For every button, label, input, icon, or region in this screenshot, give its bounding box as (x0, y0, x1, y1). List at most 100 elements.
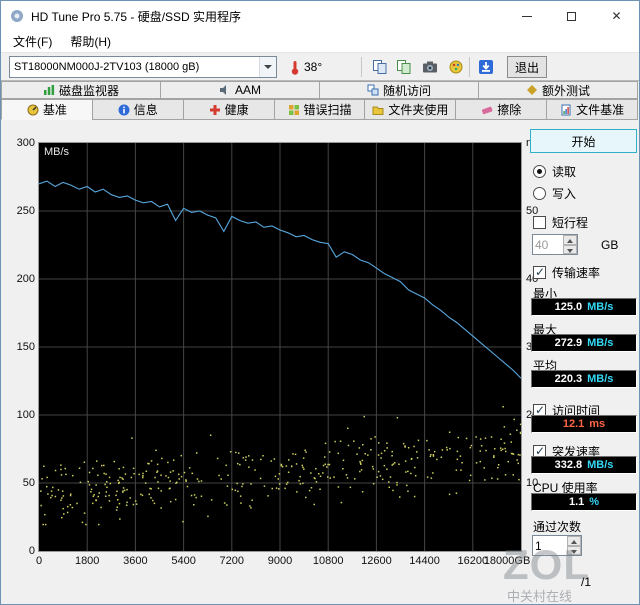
titlebar: HD Tune Pro 5.75 - 硬盘/SSD 实用程序 ✕ (1, 1, 639, 31)
tab-benchmark[interactable]: 基准 (1, 99, 93, 120)
temperature-value: 38° (304, 60, 323, 74)
palette-icon (449, 60, 463, 74)
access-time-value-box: 12.1 ms (531, 415, 637, 433)
disk-monitor-icon (43, 85, 55, 95)
checkbox-label: 短行程 (552, 216, 589, 230)
y-left-tick: 150 (16, 341, 35, 353)
x-tick: 7200 (219, 555, 245, 567)
avg-value-box: 220.3 MB/s (531, 370, 637, 388)
avg-unit: MB/s (587, 373, 614, 385)
menu-file[interactable]: 文件(F) (4, 30, 61, 53)
min-value: 125.0 (554, 301, 583, 313)
max-value: 272.9 (554, 337, 583, 349)
y-left-tick: 0 (28, 545, 35, 557)
tab-health[interactable]: 健康 (182, 99, 275, 120)
radio-label: 读取 (552, 165, 577, 179)
start-button[interactable]: 开始 (530, 129, 637, 153)
close-button[interactable]: ✕ (594, 1, 639, 31)
tab-label: 文件夹使用 (388, 103, 449, 117)
short-stroke-unit-label: GB (601, 238, 619, 252)
file-benchmark-icon (561, 104, 571, 115)
tab-label: 基准 (42, 103, 67, 117)
short-stroke-size-input[interactable] (532, 234, 578, 255)
x-tick: 12600 (361, 555, 392, 567)
tab-file-benchmark[interactable]: 文件基准 (546, 99, 639, 120)
spin-down-icon[interactable] (563, 244, 577, 254)
cpu-usage-value-box: 1.1 % (531, 493, 637, 511)
radio-unselected-icon (533, 187, 546, 200)
max-value-box: 272.9 MB/s (531, 334, 637, 352)
thermometer-icon (291, 60, 299, 75)
x-tick: 5400 (171, 555, 196, 567)
tab-folder-usage[interactable]: 文件夹使用 (364, 99, 457, 120)
x-tick: 3600 (123, 555, 148, 567)
transfer-rate-checkbox[interactable]: 传输速率 (533, 264, 600, 281)
info-icon (118, 104, 130, 115)
spin-up-icon[interactable] (563, 235, 577, 245)
drive-selector[interactable]: ST18000NM000J-2TV103 (18000 gB) (9, 56, 277, 78)
y-left-tick: 300 (16, 137, 35, 149)
window-title: HD Tune Pro 5.75 - 硬盘/SSD 实用程序 (31, 9, 242, 24)
tab-random-access[interactable]: 随机访问 (319, 81, 479, 99)
write-radio[interactable]: 写入 (533, 185, 576, 202)
burst-rate-unit: MB/s (587, 459, 614, 471)
toolbar-separator (469, 57, 470, 77)
tab-label: 文件基准 (576, 103, 625, 117)
pass-count-label: 通过次数 (533, 520, 582, 534)
short-stroke-checkbox[interactable]: 短行程 (533, 214, 588, 231)
copy-image-button[interactable] (393, 57, 415, 77)
read-radio[interactable]: 读取 (533, 163, 576, 180)
toolbar-separator (361, 57, 362, 77)
checkbox-icon (533, 216, 546, 229)
save-button[interactable] (475, 57, 497, 77)
tab-info[interactable]: 信息 (91, 99, 184, 120)
short-stroke-size-value[interactable] (535, 236, 561, 253)
tab-row-primary: 基准 信息 健康 错误扫描 文件夹使用 擦除 文件基准 (1, 99, 639, 120)
access-time-unit: ms (589, 418, 606, 430)
tab-label: 错误扫描 (303, 103, 352, 117)
cpu-usage-unit: % (589, 496, 600, 508)
health-cross-icon (209, 104, 220, 115)
avg-value: 220.3 (554, 373, 583, 385)
max-unit: MB/s (587, 337, 614, 349)
x-tick: 9000 (267, 555, 293, 567)
screenshot-button[interactable] (419, 57, 441, 77)
tab-erase[interactable]: 擦除 (455, 99, 548, 120)
copy-text-icon (373, 60, 387, 74)
eraser-icon (482, 106, 493, 114)
maximize-button[interactable] (549, 1, 594, 31)
tab-disk-monitor[interactable]: 磁盘监视器 (1, 81, 161, 99)
tab-aam[interactable]: AAM (160, 81, 320, 99)
save-download-icon (479, 60, 493, 74)
spinner (563, 235, 577, 254)
extra-tests-icon (526, 85, 537, 95)
error-scan-icon (288, 104, 299, 115)
minimize-button[interactable] (504, 1, 549, 31)
tab-label: 磁盘监视器 (58, 83, 119, 98)
menu-help[interactable]: 帮助(H) (61, 30, 120, 53)
tab-label: 信息 (133, 103, 158, 117)
menubar: 文件(F) 帮助(H) (1, 31, 639, 53)
x-tick: 14400 (409, 555, 440, 567)
watermark-logo: ZOL (503, 541, 590, 588)
min-unit: MB/s (587, 301, 614, 313)
tab-extra-tests[interactable]: 额外测试 (478, 81, 638, 99)
copy-text-button[interactable] (369, 57, 391, 77)
min-value-box: 125.0 MB/s (531, 298, 637, 316)
tab-label: 随机访问 (382, 83, 431, 98)
tab-label: 额外测试 (541, 83, 590, 98)
exit-button[interactable]: 退出 (507, 56, 547, 78)
hdtune-window: HD Tune Pro 5.75 - 硬盘/SSD 实用程序 ✕ 文件(F) 帮… (0, 0, 640, 605)
close-icon: ✕ (611, 9, 622, 23)
pass-progress-indicator: /1 (581, 575, 592, 589)
chevron-down-icon (259, 57, 276, 77)
x-tick: 1800 (74, 555, 100, 567)
checkbox-checked-icon (533, 265, 546, 279)
y-axis-left-unit-label: MB/s (44, 146, 70, 158)
aam-icon (219, 85, 226, 95)
tab-error-scan[interactable]: 错误扫描 (273, 99, 366, 120)
x-tick: 10800 (312, 555, 344, 567)
copy-image-icon (397, 60, 411, 74)
radio-label: 写入 (552, 187, 577, 201)
options-button[interactable] (445, 57, 467, 77)
